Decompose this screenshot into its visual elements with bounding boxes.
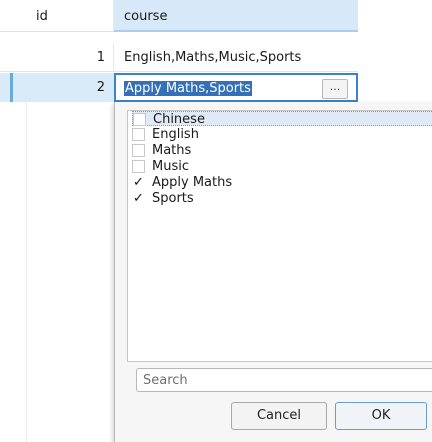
course-cell-editor[interactable]: Apply Maths,Sports ... xyxy=(114,73,358,102)
list-item-sports[interactable]: ✓ Sports xyxy=(132,191,432,206)
list-item-chinese[interactable]: Chinese xyxy=(132,111,432,127)
checkbox[interactable] xyxy=(132,160,145,173)
cancel-button[interactable]: Cancel xyxy=(231,402,327,430)
id-cell[interactable]: 1 xyxy=(26,43,114,72)
item-label: Maths xyxy=(152,143,192,158)
item-label: English xyxy=(152,127,199,142)
item-label: Apply Maths xyxy=(152,175,233,190)
grid-line xyxy=(26,102,27,442)
checkbox[interactable] xyxy=(132,144,145,157)
multi-select-popup: Chinese English Maths Music ✓ Apply Math… xyxy=(114,102,432,442)
item-label: Chinese xyxy=(153,112,205,127)
list-item-maths[interactable]: Maths xyxy=(132,143,432,158)
open-picker-button[interactable]: ... xyxy=(322,79,348,99)
list-item-music[interactable]: Music xyxy=(132,159,432,174)
column-header-id[interactable]: id xyxy=(26,0,114,32)
column-header-course[interactable]: course xyxy=(114,0,358,32)
checkbox-checked[interactable]: ✓ xyxy=(132,192,145,205)
list-item-apply-maths[interactable]: ✓ Apply Maths xyxy=(132,175,432,190)
item-label: Sports xyxy=(152,191,194,206)
checkbox-list[interactable]: Chinese English Maths Music ✓ Apply Math… xyxy=(127,110,432,362)
editor-selected-text[interactable]: Apply Maths,Sports xyxy=(124,81,252,96)
checkbox-checked[interactable]: ✓ xyxy=(132,176,145,189)
course-cell[interactable]: English,Maths,Music,Sports xyxy=(114,43,358,72)
item-label: Music xyxy=(152,159,189,174)
list-item-english[interactable]: English xyxy=(132,127,432,142)
data-grid: id course 1 English,Maths,Music,Sports 2… xyxy=(0,0,432,442)
search-input[interactable] xyxy=(136,368,432,392)
id-cell[interactable]: 2 xyxy=(26,73,114,102)
checkbox[interactable] xyxy=(133,113,146,126)
row-header-corner xyxy=(0,0,26,32)
ok-button[interactable]: OK xyxy=(335,402,427,430)
row-marker-current[interactable] xyxy=(0,73,26,102)
row-marker[interactable] xyxy=(0,43,26,72)
checkbox[interactable] xyxy=(132,128,145,141)
